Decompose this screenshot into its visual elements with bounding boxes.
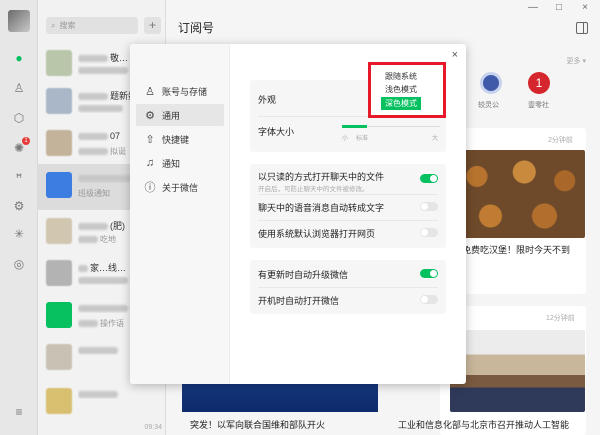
chat-name: 家…线… [90,263,127,273]
account-avatar[interactable] [480,72,502,94]
settings-nav: ♙ 账号与存储 ⚙ 通用 ⇧ 快捷键 ♫ 通知 ⓘ 关于微信 [130,44,230,384]
chat-name: 07 [110,131,121,141]
chat-avatar [46,302,72,328]
startup-options-group: 有更新时自动升级微信 开机时自动打开微信 [250,260,446,314]
shortcut-icon: ⇧ [145,133,155,146]
nav-account-storage[interactable]: ♙ 账号与存储 [136,80,224,102]
settings-gear-icon[interactable]: ⚙ [11,198,27,214]
article-headline[interactable]: 免费吃汉堡！限时今天不到 [462,243,570,256]
user-icon: ♙ [145,85,155,98]
side-panel-icon[interactable] [576,22,588,34]
chat-avatar [46,130,72,156]
menu-icon[interactable]: ≡ [11,404,27,420]
chat-preview: 吃地 [100,235,116,244]
chat-avatar [46,388,72,414]
font-size-slider-fill [342,125,367,128]
theme-option-light[interactable]: 浅色模式 [385,84,417,95]
toggle-readonly-files[interactable] [420,174,438,183]
nav-label: 通知 [162,158,181,169]
article-image [450,150,585,238]
account-label: 壹零社 [528,102,549,109]
option-label: 聊天中的语音消息自动转成文字 [258,203,385,213]
font-size-label: 字体大小 [258,127,295,137]
nav-notifications[interactable]: ♫ 通知 [136,152,224,174]
nav-label: 快捷键 [162,134,190,145]
toggle-voice-to-text[interactable] [420,202,438,211]
channels-icon[interactable]: ꟸ [11,170,27,186]
nav-general[interactable]: ⚙ 通用 [136,104,224,126]
search-placeholder: 搜索 [59,21,76,30]
article-time: 2分钟前 [548,137,573,144]
chat-avatar [46,218,72,244]
font-size-mark-standard: 标准 [356,136,369,142]
chat-time: 09:34 [144,424,162,431]
chat-avatar [46,88,72,114]
theme-option-follow-system[interactable]: 跟随系统 [385,71,417,82]
chat-avatar [46,344,72,370]
chat-preview: 班级通知 [78,189,110,198]
article-headline[interactable]: 工业和信息化部与北京市召开推动人工智能 [398,418,569,431]
window-close-button[interactable]: × [582,2,588,13]
search-input[interactable]: ⌕ 搜索 [46,17,138,34]
close-icon[interactable]: × [452,49,458,61]
page-title: 订阅号 [178,21,215,35]
user-avatar[interactable] [8,10,30,32]
discover-icon[interactable]: ◎ [11,256,27,272]
contacts-icon[interactable]: ♙ [11,80,27,96]
article-time: 12分钟前 [546,315,575,322]
account-avatar[interactable]: 1 [528,72,550,94]
mini-programs-icon[interactable]: ✳ [11,226,27,242]
nav-shortcuts[interactable]: ⇧ 快捷键 [136,128,224,150]
search-icon: ⌕ [51,20,56,30]
settings-dialog: ♙ 账号与存储 ⚙ 通用 ⇧ 快捷键 ♫ 通知 ⓘ 关于微信 × 外观 字体大小… [130,44,466,384]
chat-name: 敬… [110,53,129,63]
nav-label: 账号与存储 [162,86,208,97]
theme-option-dark[interactable]: 深色模式 [381,97,421,110]
option-label: 以只读的方式打开聊天中的文件 [258,172,385,182]
font-size-mark-small: 小 [342,136,349,142]
option-label: 开机时自动打开微信 [258,296,340,306]
chat-avatar [46,260,72,286]
article-image [450,330,585,412]
bell-icon: ♫ [145,157,155,169]
option-sub: 开启后，可防止聊天中的文件被修改。 [258,186,369,193]
chat-icon[interactable]: ● [11,50,27,66]
chat-avatar [46,172,72,198]
font-size-mark-large: 大 [432,136,439,142]
left-rail: ● ♙ ⬡ ✺ 1 ꟸ ⚙ ✳ ◎ ≡ [0,0,38,435]
favorites-icon[interactable]: ⬡ [11,110,27,126]
option-label: 使用系统默认浏览器打开网页 [258,229,376,239]
toggle-auto-update[interactable] [420,269,438,278]
option-label: 有更新时自动升级微信 [258,270,349,280]
appearance-label: 外观 [258,95,277,105]
moments-badge: 1 [22,137,30,145]
nav-about[interactable]: ⓘ 关于微信 [136,176,224,198]
maximize-button[interactable]: □ [556,2,562,13]
toggle-launch-at-startup[interactable] [420,295,438,304]
chat-preview: 拟诞 [110,147,126,156]
file-options-group: 以只读的方式打开聊天中的文件 开启后，可防止聊天中的文件被修改。 聊天中的语音消… [250,164,446,248]
add-button[interactable]: + [144,17,161,34]
theme-selector-highlight: 跟随系统 浅色模式 深色模式 [368,62,446,118]
toggle-system-browser[interactable] [420,228,438,237]
minimize-button[interactable]: — [528,2,538,13]
article-headline[interactable]: 突发！以军向联合国维和部队开火 [190,418,325,431]
nav-label: 通用 [162,110,181,121]
chat-name: (肥) [110,221,125,231]
chat-avatar [46,50,72,76]
info-icon: ⓘ [144,182,156,194]
account-label: 较灵公 [478,102,499,109]
more-link[interactable]: 更多 ▾ [567,56,586,66]
chat-list-item[interactable]: 09:34 [38,380,165,431]
nav-label: 关于微信 [162,182,199,193]
gear-icon: ⚙ [145,109,155,122]
chat-preview: 操作语 [100,319,124,328]
